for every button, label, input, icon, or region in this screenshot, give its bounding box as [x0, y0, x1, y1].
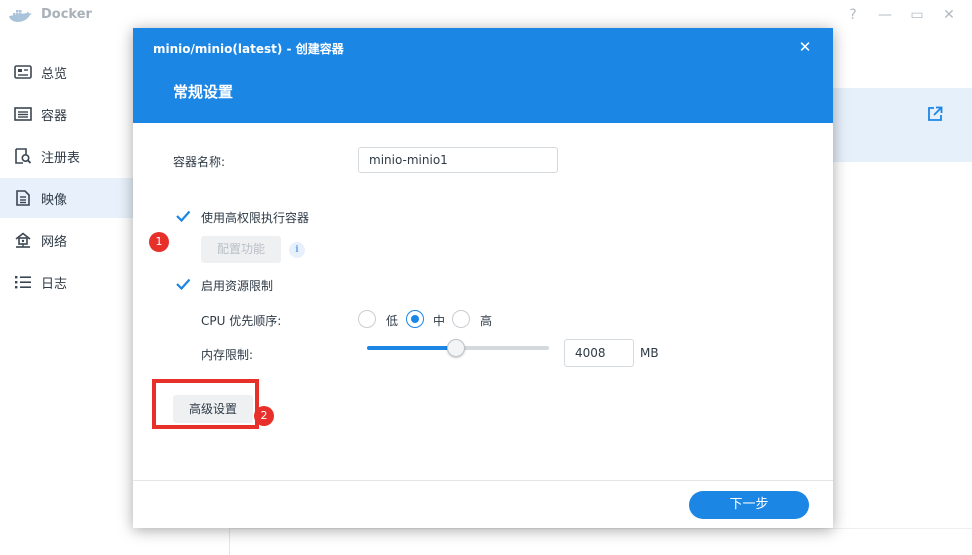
sidebar-item-label: 总览 [41, 67, 68, 82]
sidebar-item-label: 网络 [41, 235, 68, 250]
main-footer [230, 528, 972, 555]
image-icon [16, 190, 30, 206]
resource-limit-label: 启用资源限制 [201, 279, 274, 293]
network-icon [15, 232, 31, 248]
registry-icon [15, 148, 32, 164]
maximize-icon[interactable]: ▭ [908, 6, 926, 24]
sidebar-item-label: 容器 [41, 109, 68, 124]
memory-limit-label: 内存限制: [201, 348, 254, 362]
sidebar-item-label: 日志 [41, 277, 68, 292]
memory-slider-thumb[interactable] [447, 339, 465, 357]
container-name-input[interactable] [358, 147, 558, 173]
annotation-badge-1: 1 [149, 232, 169, 252]
cpu-medium-radio[interactable] [406, 310, 424, 328]
dialog-footer: 下一步 [133, 480, 833, 528]
help-icon[interactable]: ? [844, 6, 862, 24]
dialog-title: minio/minio(latest) - 创建容器 [153, 42, 344, 56]
selected-row-highlight [830, 88, 972, 162]
sidebar-item-label: 映像 [41, 193, 68, 208]
window-close-icon[interactable]: ✕ [940, 6, 958, 24]
privileged-label: 使用高权限执行容器 [201, 211, 310, 225]
external-link-icon[interactable] [927, 106, 943, 122]
cpu-medium-label: 中 [433, 314, 446, 328]
next-step-button[interactable]: 下一步 [689, 491, 809, 519]
memory-unit-label: MB [640, 346, 659, 360]
annotation-badge-2: 2 [254, 406, 274, 426]
container-icon [14, 107, 32, 121]
cpu-low-radio[interactable] [358, 310, 376, 328]
annotation-highlight-box [152, 379, 259, 429]
minimize-icon[interactable]: — [876, 6, 894, 24]
dialog-subtitle: 常规设置 [173, 83, 234, 101]
cpu-high-radio[interactable] [452, 310, 470, 328]
resource-limit-checkbox[interactable] [175, 276, 191, 292]
memory-slider-fill [367, 346, 456, 350]
info-icon[interactable]: i [289, 242, 305, 258]
config-capabilities-button[interactable]: 配置功能 [201, 236, 281, 263]
cpu-low-label: 低 [386, 314, 399, 328]
cpu-high-label: 高 [480, 314, 493, 328]
dialog-header: minio/minio(latest) - 创建容器 ✕ 常规设置 [133, 28, 833, 123]
app-title: Docker [41, 7, 92, 22]
create-container-dialog: minio/minio(latest) - 创建容器 ✕ 常规设置 容器名称: … [133, 28, 833, 528]
dialog-close-icon[interactable]: ✕ [797, 38, 813, 56]
sidebar-item-label: 注册表 [41, 151, 81, 166]
overview-icon [14, 65, 32, 79]
log-icon [15, 276, 31, 289]
container-name-label: 容器名称: [173, 155, 226, 169]
cpu-priority-label: CPU 优先顺序: [201, 314, 282, 328]
privileged-checkbox[interactable] [175, 208, 191, 224]
docker-logo-icon [9, 10, 32, 22]
memory-limit-input[interactable] [564, 339, 634, 367]
